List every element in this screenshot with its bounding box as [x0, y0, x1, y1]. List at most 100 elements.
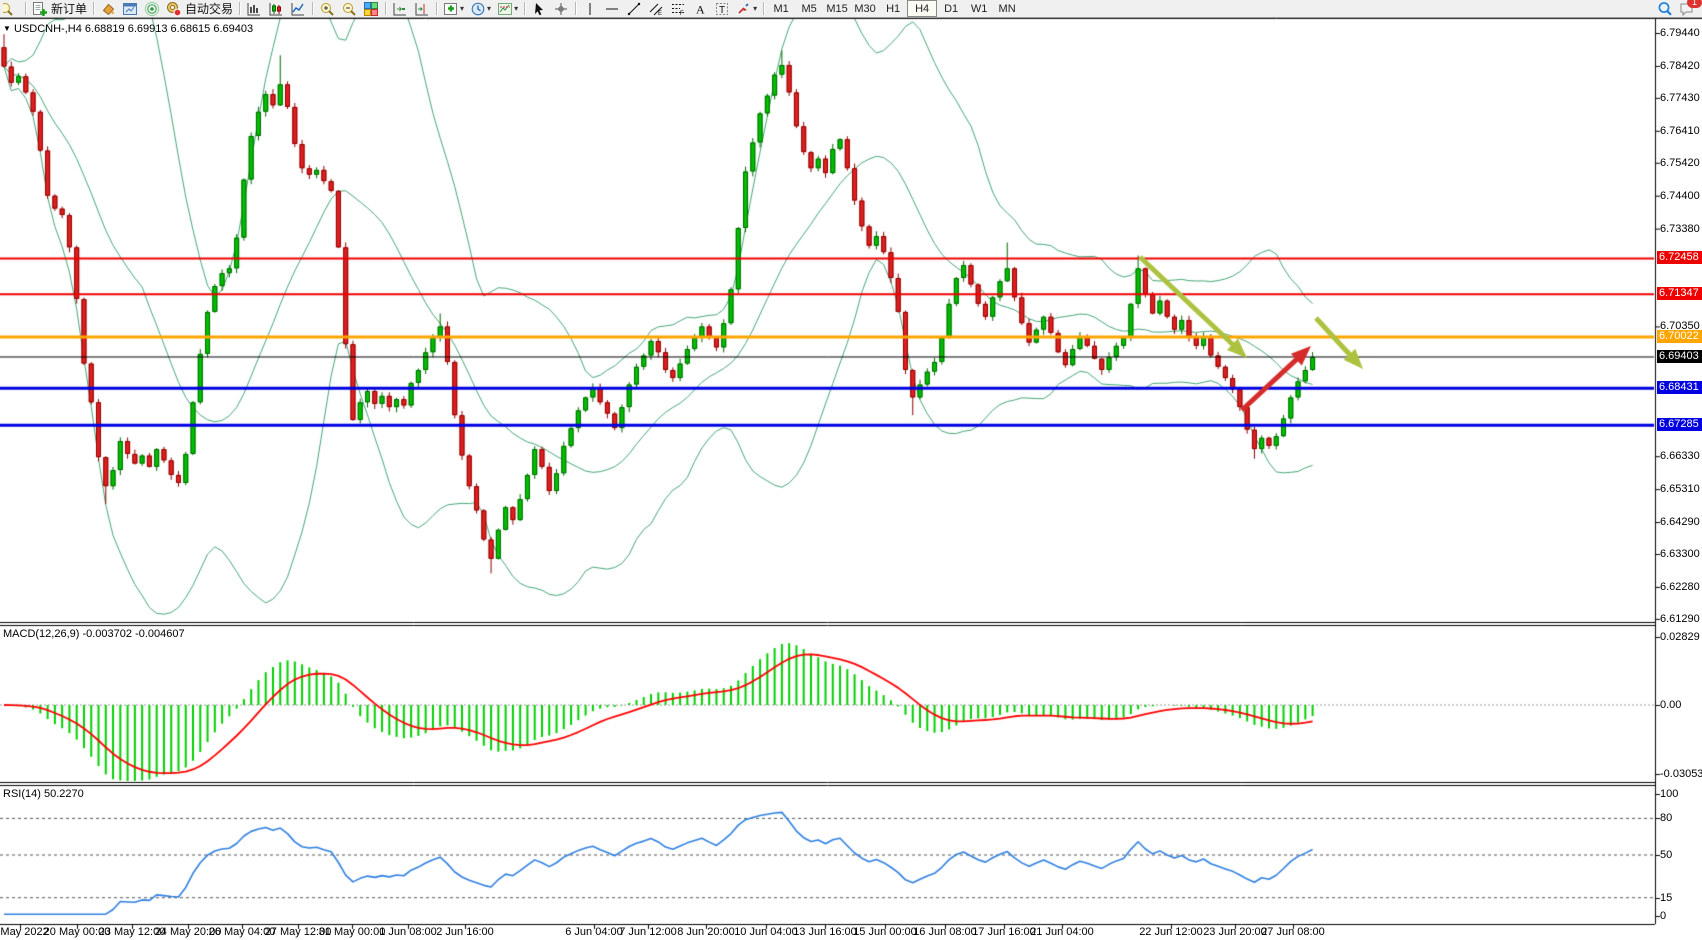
- price-tag-label: 6.72458: [1657, 251, 1702, 264]
- cursor-tool-button[interactable]: [529, 1, 549, 17]
- hline-icon: [604, 1, 620, 17]
- timeframe-m1-button[interactable]: M1: [767, 1, 795, 16]
- candlestick-chart-button[interactable]: [266, 1, 286, 17]
- toolbar-separator: [436, 2, 437, 15]
- crosshair-icon: [553, 1, 569, 17]
- chart-symbol-title: USDCNH-,H4 6.68819 6.69913 6.68615 6.694…: [14, 23, 253, 35]
- time-axis-label: 17 Jun 16:00: [972, 926, 1036, 938]
- fibonacci-tool-button[interactable]: F: [668, 1, 688, 17]
- time-axis-label: 13 Jun 16:00: [793, 926, 857, 938]
- timeframe-h4-button[interactable]: H4: [907, 0, 937, 17]
- indicators-button[interactable]: ▾: [441, 1, 466, 17]
- toolbar-right: 1: [1654, 0, 1698, 17]
- axis-label: 6.63300: [1660, 548, 1700, 560]
- time-axis-label: 23 Jun 20:00: [1203, 926, 1267, 938]
- auto-scroll-icon: [392, 1, 408, 17]
- axis-label: 6.76410: [1660, 125, 1700, 137]
- axis-label: 6.64290: [1660, 516, 1700, 528]
- equidistant-channel-tool-button[interactable]: E: [646, 1, 666, 17]
- toolbar-separator: [93, 2, 94, 15]
- axis-label: 6.62280: [1660, 581, 1700, 593]
- time-axis-label: 6 Jun 04:00: [565, 926, 623, 938]
- axis-label: 6.74400: [1660, 190, 1700, 202]
- new-order-icon: [32, 1, 48, 17]
- bars-chart-button[interactable]: [244, 1, 264, 17]
- toolbar-separator: [25, 2, 26, 15]
- trendline-icon: [626, 1, 642, 17]
- price-tag-label: 6.67285: [1657, 418, 1702, 431]
- chart-canvas[interactable]: [0, 0, 1702, 940]
- trendline-tool-button[interactable]: [624, 1, 644, 17]
- new-order-button[interactable]: 新订单: [30, 1, 89, 17]
- autotrade-icon: [166, 1, 182, 17]
- text-tool-button[interactable]: A: [690, 1, 710, 17]
- zoom-out-button[interactable]: [339, 1, 359, 17]
- periods-button[interactable]: ▾: [468, 1, 493, 17]
- search-button[interactable]: [1655, 1, 1675, 17]
- indicators-add-icon: [443, 1, 459, 17]
- time-axis-label: 21 Jun 04:00: [1030, 926, 1094, 938]
- axis-label: 6.61290: [1660, 613, 1700, 625]
- vline-icon: [582, 1, 598, 17]
- time-axis-label: 10 Jun 04:00: [734, 926, 798, 938]
- timeframe-mn-button[interactable]: MN: [993, 1, 1021, 16]
- axis-label: 6.75420: [1660, 157, 1700, 169]
- price-tag-label: 6.70022: [1657, 330, 1702, 343]
- line-chart-button[interactable]: [288, 1, 308, 17]
- chart-shift-button[interactable]: [412, 1, 432, 17]
- arrows-tool-button[interactable]: ▾: [734, 1, 759, 17]
- styles-bucket-icon: [100, 1, 116, 17]
- timeframe-m15-button[interactable]: M15: [823, 1, 851, 16]
- periods-icon: [470, 1, 486, 17]
- auto-scroll-button[interactable]: [390, 1, 410, 17]
- axis-label: -0.030537: [1660, 768, 1702, 780]
- time-axis-label: 1 Jun 08:00: [379, 926, 437, 938]
- notifications-button[interactable]: 1: [1677, 1, 1697, 17]
- axis-label: 6.66330: [1660, 450, 1700, 462]
- chevron-down-icon: ▾: [460, 4, 464, 13]
- zoom-in-button[interactable]: [317, 1, 337, 17]
- horizontal-line-tool-button[interactable]: [602, 1, 622, 17]
- timeframe-w1-button[interactable]: W1: [965, 1, 993, 16]
- axis-label: 80: [1660, 812, 1672, 824]
- new-chart-button[interactable]: [120, 1, 140, 17]
- axis-label: 6.73380: [1660, 223, 1700, 235]
- line-chart-icon: [290, 1, 306, 17]
- chart-window-icon: [122, 1, 138, 17]
- timeframe-d1-button[interactable]: D1: [937, 1, 965, 16]
- time-axis-label: 7 Jun 12:00: [619, 926, 677, 938]
- text-label-tool-button[interactable]: T: [712, 1, 732, 17]
- vertical-line-tool-button[interactable]: [580, 1, 600, 17]
- chevron-down-icon: ▾: [487, 4, 491, 13]
- axis-label: 100: [1660, 788, 1678, 800]
- macd-indicator-label: MACD(12,26,9) -0.003702 -0.004607: [3, 628, 185, 640]
- timeframe-h1-button[interactable]: H1: [879, 1, 907, 16]
- timeframe-m30-button[interactable]: M30: [851, 1, 879, 16]
- signal-icon: [144, 1, 160, 17]
- time-axis-label: 22 Jun 12:00: [1139, 926, 1203, 938]
- autotrade-button[interactable]: 自动交易: [164, 1, 235, 17]
- channel-icon: E: [648, 1, 664, 17]
- svg-text:E: E: [658, 11, 662, 17]
- magnifier-partial-icon: [3, 1, 19, 17]
- styles-bucket-button[interactable]: [98, 1, 118, 17]
- mt4-window: { "toolbar": { "groups": [ {"items":[{"i…: [0, 0, 1702, 940]
- templates-button[interactable]: ▾: [495, 1, 520, 17]
- arrows-icon: [736, 1, 752, 17]
- text-icon: A: [692, 1, 708, 17]
- chevron-down-icon: ▾: [753, 4, 757, 13]
- notification-badge: 1: [1687, 0, 1702, 8]
- time-axis-label: 8 May 2022: [0, 926, 49, 938]
- magnifier-partial[interactable]: [1, 1, 21, 17]
- time-axis-label: 2 Jun 16:00: [436, 926, 494, 938]
- crosshair-tool-button[interactable]: [551, 1, 571, 17]
- zoom-out-icon: [341, 1, 357, 17]
- new-order-button-label: 新订单: [51, 0, 87, 17]
- timeframe-m5-button[interactable]: M5: [795, 1, 823, 16]
- svg-text:F: F: [680, 11, 684, 17]
- one-click-trading-toggle[interactable]: ▼: [3, 24, 11, 33]
- svg-text:A: A: [696, 2, 705, 16]
- tile-windows-button[interactable]: [361, 1, 381, 17]
- signals-button[interactable]: [142, 1, 162, 17]
- toolbar-separator: [575, 2, 576, 15]
